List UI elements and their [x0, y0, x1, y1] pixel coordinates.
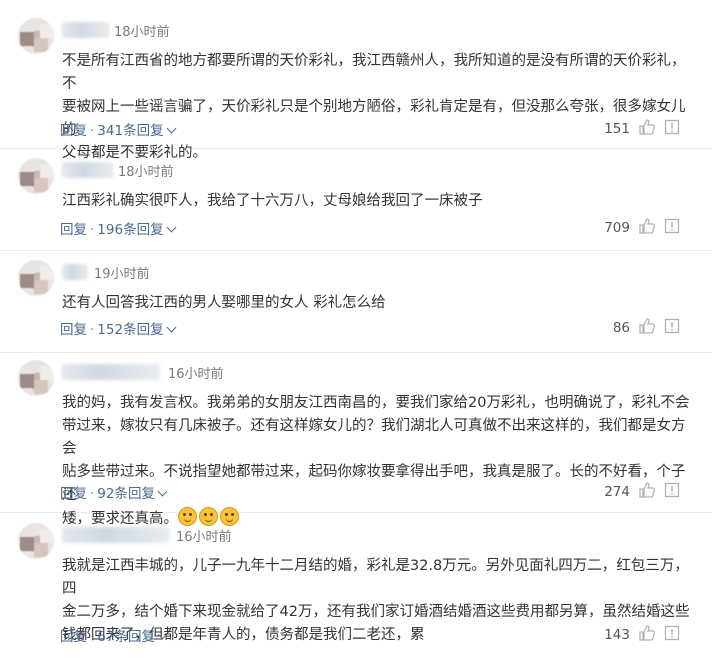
- comment-time: 18小时前: [114, 25, 170, 40]
- comment-time: 16小时前: [168, 367, 224, 382]
- avatar[interactable]: [18, 158, 54, 194]
- comment-stats: 151: [604, 118, 680, 140]
- like-count: 709: [604, 220, 630, 236]
- reply-button[interactable]: 回复: [60, 322, 87, 338]
- like-count: 143: [604, 627, 630, 643]
- reply-button[interactable]: 回复: [60, 222, 87, 238]
- comment-item: 19小时前 还有人回答我江西的男人娶哪里的女人 彩礼怎么给 回复 · 152条回复 …: [0, 252, 712, 353]
- comment-actions: 回复 · 67条回复: [60, 625, 168, 645]
- report-icon[interactable]: [664, 119, 680, 139]
- username-blurred[interactable]: [62, 264, 88, 280]
- chevron-down-icon[interactable]: [166, 222, 177, 233]
- like-count: 86: [612, 320, 630, 336]
- comment-actions: 回复 · 152条回复: [60, 318, 177, 338]
- thumbs-up-icon[interactable]: [638, 217, 656, 239]
- username-blurred[interactable]: [62, 527, 170, 543]
- comment-text: 还有人回答我江西的男人娶哪里的女人 彩礼怎么给: [62, 295, 386, 311]
- like-count: 151: [604, 121, 630, 137]
- username-blurred[interactable]: [62, 162, 114, 178]
- replies-count-button[interactable]: 152条回复: [97, 322, 163, 338]
- comment-list: 18小时前 不是所有江西省的地方都要所谓的天价彩礼，我江西赣州人，我所知道的是没…: [0, 0, 712, 659]
- comment-time: 19小时前: [94, 267, 150, 282]
- like-count: 274: [604, 484, 630, 500]
- comment-stats: 709: [604, 217, 680, 239]
- chevron-down-icon[interactable]: [166, 322, 177, 333]
- reply-button[interactable]: 回复: [60, 123, 87, 139]
- report-icon[interactable]: [664, 218, 680, 238]
- comment-item: 18小时前 不是所有江西省的地方都要所谓的天价彩礼，我江西赣州人，我所知道的是没…: [0, 10, 712, 161]
- avatar[interactable]: [18, 18, 54, 54]
- thumbs-up-icon[interactable]: [638, 317, 656, 339]
- avatar[interactable]: [18, 260, 54, 296]
- comment-text: 不是所有江西省的地方都要所谓的天价彩礼，我江西赣州人，我所知道的是没有所谓的天价…: [62, 53, 686, 161]
- comment-item: 16小时前 我的妈，我有发言权。我弟弟的女朋友江西南昌的，要我们家给20万彩礼，…: [0, 352, 712, 527]
- avatar[interactable]: [18, 523, 54, 559]
- thumbs-up-icon[interactable]: [638, 481, 656, 503]
- chevron-down-icon[interactable]: [157, 486, 168, 497]
- reply-button[interactable]: 回复: [60, 629, 87, 645]
- comment-stats: 86: [613, 317, 680, 339]
- thumbs-up-icon[interactable]: [638, 118, 656, 140]
- comment-actions: 回复 · 196条回复: [60, 218, 177, 238]
- reply-button[interactable]: 回复: [60, 486, 87, 502]
- report-icon[interactable]: [664, 482, 680, 502]
- comment-text-body: 我的妈，我有发言权。我弟弟的女朋友江西南昌的，要我们家给20万彩礼，也明确说了，…: [62, 395, 690, 527]
- replies-count-button[interactable]: 196条回复: [97, 222, 163, 238]
- thumbs-up-icon[interactable]: [638, 624, 656, 646]
- replies-count-button[interactable]: 67条回复: [97, 629, 155, 645]
- comment-text: 我的妈，我有发言权。我弟弟的女朋友江西南昌的，要我们家给20万彩礼，也明确说了，…: [62, 392, 690, 531]
- chevron-down-icon[interactable]: [157, 629, 168, 640]
- report-icon[interactable]: [664, 318, 680, 338]
- replies-count-button[interactable]: 341条回复: [97, 123, 163, 139]
- comment-stats: 274: [604, 481, 680, 503]
- comment-text: 江西彩礼确实很吓人，我给了十六万八，丈母娘给我回了一床被子: [62, 193, 483, 209]
- comment-item: 16小时前 我就是江西丰城的，儿子一九年十二月结的婚，彩礼是32.8万元。另外见…: [0, 515, 712, 659]
- username-blurred[interactable]: [62, 364, 160, 380]
- comment-time: 18小时前: [118, 165, 174, 180]
- report-icon[interactable]: [664, 625, 680, 645]
- comment-actions: 回复 · 341条回复: [60, 119, 177, 139]
- comment-time: 16小时前: [176, 530, 232, 545]
- comment-actions: 回复 · 92条回复: [60, 482, 168, 502]
- username-blurred[interactable]: [62, 22, 110, 38]
- comment-item: 18小时前 江西彩礼确实很吓人，我给了十六万八，丈母娘给我回了一床被子 回复 · 1…: [0, 150, 712, 251]
- chevron-down-icon[interactable]: [166, 123, 177, 134]
- comment-stats: 143: [604, 624, 680, 646]
- replies-count-button[interactable]: 92条回复: [97, 486, 155, 502]
- avatar[interactable]: [18, 360, 54, 396]
